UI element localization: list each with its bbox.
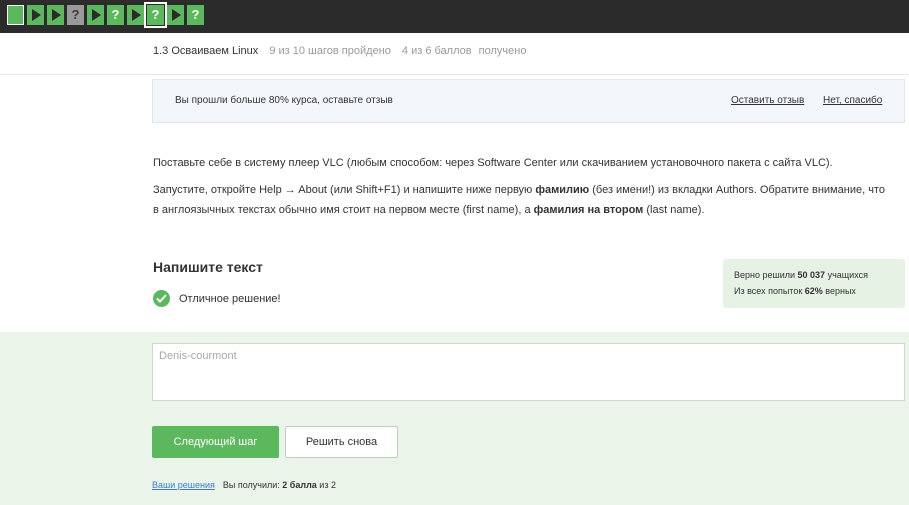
divider: [0, 74, 909, 75]
points-got-suffix: из 2: [316, 480, 336, 490]
instruction-paragraph-2: Запустите, откройте Help → About (или Sh…: [153, 180, 893, 220]
question-mark-icon: ?: [151, 7, 160, 22]
points-got-prefix: Вы получили:: [222, 480, 283, 490]
stats-solved-line: Верно решили 50 037 учащихся: [734, 267, 905, 283]
question-mark-icon: ?: [191, 7, 200, 22]
step-quiz-7[interactable]: ?: [144, 2, 167, 28]
play-icon: [172, 9, 181, 21]
steps-progress: 9 из 10 шагов пройдено: [269, 45, 391, 57]
p2-text-a: Запустите, откройте Help → About (или Sh…: [153, 184, 536, 196]
next-step-button[interactable]: Следующий шаг: [152, 426, 279, 458]
play-icon: [92, 9, 101, 21]
step-video-4[interactable]: [87, 5, 104, 25]
your-solutions-link[interactable]: Ваши решения: [152, 480, 215, 490]
stats-attempts-line: Из всех попыток 62% верных: [734, 283, 905, 299]
points-suffix: получено: [478, 45, 527, 57]
stats-attempts-percent: 62%: [804, 286, 823, 296]
check-circle-icon: [153, 290, 170, 307]
decline-feedback-link[interactable]: Нет, спасибо: [823, 95, 882, 106]
feedback-message: Вы прошли больше 80% курса, оставьте отз…: [175, 95, 393, 106]
stats-attempts-prefix: Из всех попыток: [734, 286, 805, 296]
points-progress: 4 из 6 баллов: [401, 45, 472, 57]
instruction-paragraph-1: Поставьте себе в систему плеер VLC (любы…: [153, 157, 833, 169]
p2-bold-surname: фамилию: [535, 184, 590, 196]
step-video-2[interactable]: [47, 5, 64, 25]
step-quiz-3[interactable]: ?: [67, 5, 84, 25]
step-lesson-0[interactable]: [7, 5, 24, 25]
leave-feedback-link[interactable]: Оставить отзыв: [731, 95, 804, 106]
play-icon: [52, 9, 61, 21]
answer-textarea[interactable]: Denis-courmont: [152, 343, 905, 401]
points-got-value: 2 балла: [282, 480, 317, 490]
step-video-6[interactable]: [127, 5, 144, 25]
step-quiz-9[interactable]: ?: [187, 5, 204, 25]
stats-attempts-suffix: верных: [822, 286, 856, 296]
p2-text-e: (last name).: [643, 204, 705, 216]
question-mark-icon: ?: [111, 7, 120, 22]
lesson-nav-bar: ????: [0, 0, 909, 33]
solution-status-text: Отличное решение!: [179, 292, 281, 305]
task-title: Напишите текст: [153, 259, 263, 275]
step-video-1[interactable]: [27, 5, 44, 25]
stats-solved-count: 50 037: [797, 270, 826, 280]
question-mark-icon: ?: [71, 7, 80, 22]
result-footer: Ваши решения Вы получили: 2 балла из 2: [152, 480, 336, 490]
stats-solved-suffix: учащихся: [825, 270, 868, 280]
retry-button[interactable]: Решить снова: [285, 426, 398, 458]
p2-bold-surname-second: фамилия на втором: [533, 204, 644, 216]
play-icon: [132, 9, 141, 21]
play-icon: [32, 9, 41, 21]
lesson-title[interactable]: 1.3 Осваиваем Linux: [153, 45, 258, 57]
step-quiz-5[interactable]: ?: [107, 5, 124, 25]
solution-status: Отличное решение!: [153, 290, 281, 307]
stats-solved-prefix: Верно решили: [734, 270, 798, 280]
feedback-banner: Вы прошли больше 80% курса, оставьте отз…: [152, 79, 905, 123]
lesson-breadcrumb: 1.3 Осваиваем Linux 9 из 10 шагов пройде…: [153, 45, 534, 57]
step-video-8[interactable]: [167, 5, 184, 25]
stats-panel: Верно решили 50 037 учащихся Из всех поп…: [723, 259, 905, 308]
step-list: ????: [7, 2, 204, 28]
